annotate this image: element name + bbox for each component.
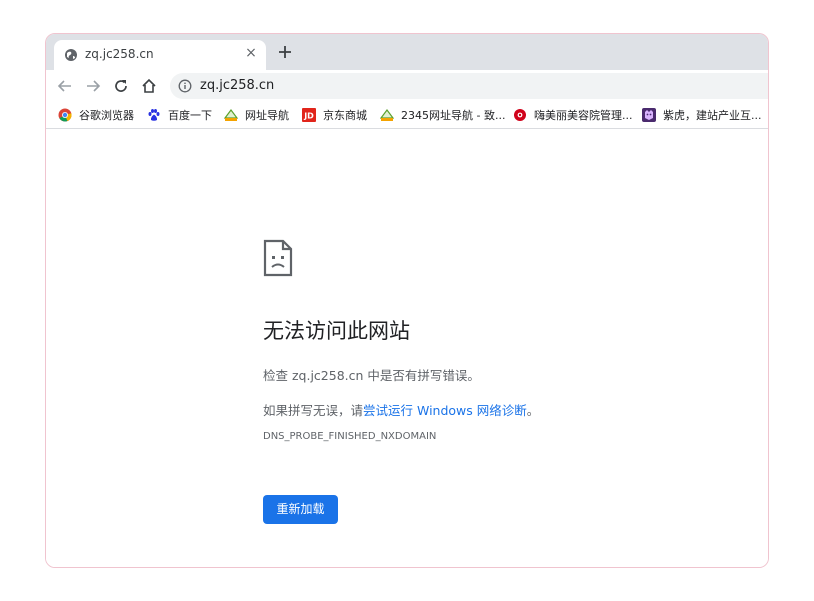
bookmark-label: 网址导航 — [245, 109, 289, 122]
error-hint-suffix: 。 — [526, 403, 540, 418]
address-bar[interactable]: zq.jc258.cn — [170, 73, 768, 99]
new-tab-icon[interactable] — [276, 43, 294, 61]
2345-icon — [380, 109, 394, 121]
error-host: zq.jc258.cn — [291, 368, 364, 383]
tab-title: zq.jc258.cn — [85, 47, 154, 61]
2345-icon — [224, 109, 238, 121]
reload-button[interactable]: 重新加载 — [263, 495, 338, 524]
home-icon[interactable] — [141, 78, 157, 94]
jd-icon: JD — [302, 108, 316, 122]
bookmark-item[interactable]: 紫虎，建站产业互... — [642, 105, 762, 125]
bookmark-item[interactable]: 谷歌浏览器 — [58, 105, 134, 125]
browser-window: zq.jc258.cn × zq.jc258.cn 谷歌浏览器 百度一下 网址导… — [45, 33, 769, 568]
reload-icon[interactable] — [113, 78, 129, 94]
error-title: 无法访问此网站 — [263, 319, 410, 343]
baidu-paw-icon — [148, 109, 160, 121]
forward-arrow-icon[interactable] — [85, 78, 101, 94]
error-code: DNS_PROBE_FINISHED_NXDOMAIN — [263, 431, 437, 442]
bookmark-label: 京东商城 — [323, 109, 367, 122]
browser-tab[interactable]: zq.jc258.cn × — [54, 40, 266, 70]
chrome-icon — [58, 108, 72, 122]
network-diagnostics-link[interactable]: 尝试运行 Windows 网络诊断 — [363, 403, 527, 418]
browser-toolbar: zq.jc258.cn — [46, 70, 768, 102]
url-text[interactable]: zq.jc258.cn — [200, 78, 274, 93]
error-diagnostics-hint: 如果拼写无误，请尝试运行 Windows 网络诊断。 — [263, 400, 539, 419]
bookmark-label: 百度一下 — [168, 109, 212, 122]
error-page: 无法访问此网站 检查 zq.jc258.cn 中是否有拼写错误。 如果拼写无误，… — [46, 129, 768, 567]
bookmark-item[interactable]: 网址导航 — [224, 105, 289, 125]
bookmarks-bar: 谷歌浏览器 百度一下 网址导航 JD 京东商城 2345网址导航 - 致... … — [46, 102, 768, 129]
error-check-spelling: 检查 zq.jc258.cn 中是否有拼写错误。 — [263, 365, 480, 384]
error-hint-prefix: 如果拼写无误，请 — [263, 403, 364, 418]
info-icon[interactable] — [178, 79, 192, 93]
flower-icon — [514, 109, 526, 121]
bookmark-label: 紫虎，建站产业互... — [663, 109, 762, 122]
bookmark-item[interactable]: 嗨美丽美容院管理... — [513, 105, 633, 125]
error-check-suffix: 中是否有拼写错误。 — [363, 368, 480, 383]
tab-strip: zq.jc258.cn × — [46, 34, 768, 70]
bookmark-item[interactable]: JD 京东商城 — [302, 105, 367, 125]
bookmark-item[interactable]: 2345网址导航 - 致... — [380, 105, 505, 125]
back-arrow-icon[interactable] — [57, 78, 73, 94]
globe-icon — [65, 49, 77, 61]
error-check-prefix: 检查 — [263, 368, 292, 383]
svg-text:JD: JD — [303, 112, 314, 121]
close-tab-icon[interactable]: × — [244, 46, 258, 60]
bookmark-label: 嗨美丽美容院管理... — [534, 109, 633, 122]
bookmark-label: 2345网址导航 - 致... — [401, 109, 506, 122]
sad-document-icon — [263, 239, 293, 277]
bookmark-label: 谷歌浏览器 — [79, 109, 134, 122]
bookmark-item[interactable]: 百度一下 — [147, 105, 212, 125]
tiger-icon — [642, 108, 656, 122]
